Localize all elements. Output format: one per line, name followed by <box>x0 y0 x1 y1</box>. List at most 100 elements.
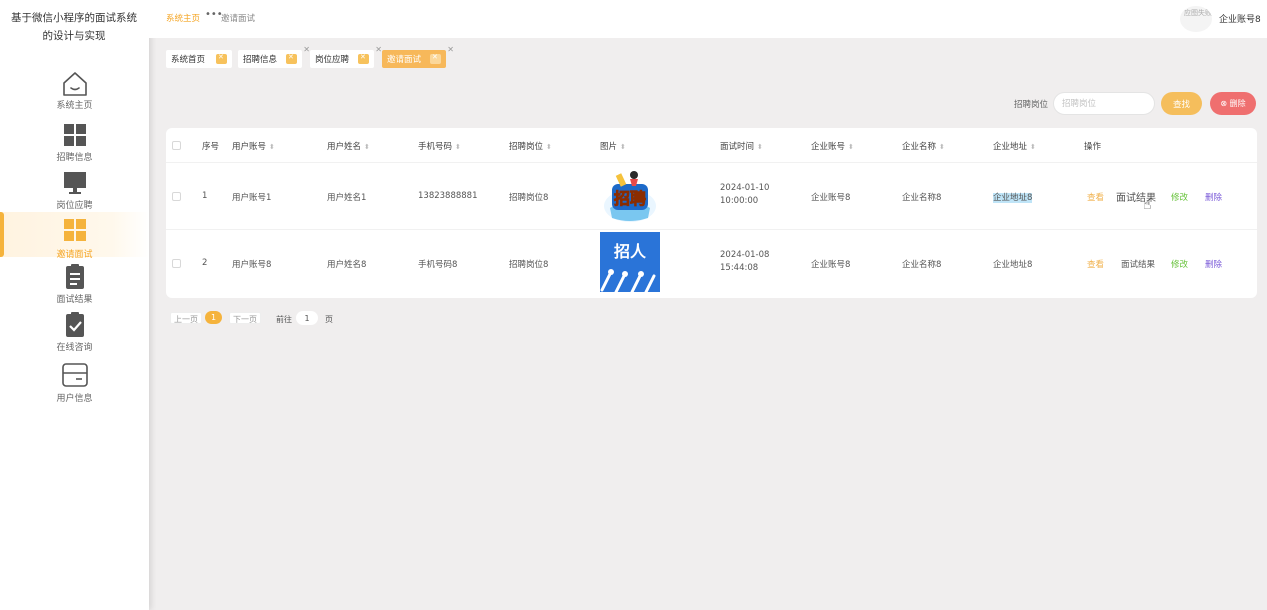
row-checkbox[interactable] <box>172 259 181 268</box>
top-header: 系统主页 ••• 邀请面试 应图失败 企业账号8 <box>149 0 1267 38</box>
close-icon[interactable]: ✕ <box>375 45 382 54</box>
delete-icon: ⊗ <box>1220 99 1230 108</box>
result-button[interactable]: 面试结果 <box>1121 258 1155 270</box>
table-row: 2 用户账号8 用户姓名8 手机号码8 招聘岗位8 招人 2024-01-08 … <box>166 230 1257 297</box>
cell-name: 用户姓名1 <box>327 193 367 203</box>
cell-company-address: 企业地址8 <box>993 260 1033 270</box>
cell-company-address: 企业地址8 <box>993 193 1033 203</box>
cell-time: 2024-01-08 15:44:08 <box>720 250 770 273</box>
cell-name: 用户姓名8 <box>327 260 367 270</box>
column-header[interactable]: 面试时间 ⬍ <box>720 140 763 152</box>
search-label: 招聘岗位 <box>1014 100 1049 110</box>
close-icon[interactable] <box>286 53 297 64</box>
breadcrumb-home[interactable]: 系统主页 <box>166 12 200 24</box>
recruit-image[interactable]: 招聘 <box>600 166 660 226</box>
cell-account: 用户账号1 <box>232 193 272 203</box>
page-suffix: 页 <box>325 315 333 324</box>
close-icon[interactable] <box>430 53 441 64</box>
sidebar-item-user[interactable]: 用户信息 <box>0 362 149 408</box>
table-header: 序号 用户账号 ⬍ 用户姓名 ⬍ 手机号码 ⬍ 招聘岗位 ⬍ 图片 ⬍ 面试时间 ⬍ 企业账… <box>166 128 1257 163</box>
clipboard-check-icon <box>65 312 84 337</box>
cell-time: 2024-01-10 10:00:00 <box>720 183 770 206</box>
close-icon[interactable]: ✕ <box>447 45 454 54</box>
delete-button-label: 删除 <box>1229 99 1246 108</box>
card-icon <box>61 363 88 387</box>
sidebar-item-result[interactable]: 面试结果 <box>0 263 149 309</box>
view-button[interactable]: 查看 <box>1087 258 1104 270</box>
cell-company-account: 企业账号8 <box>811 260 851 270</box>
grid-icon <box>63 219 86 241</box>
data-table: 序号 用户账号 ⬍ 用户姓名 ⬍ 手机号码 ⬍ 招聘岗位 ⬍ 图片 ⬍ 面试时间 ⬍ 企业账… <box>166 128 1257 298</box>
cell-position: 招聘岗位8 <box>509 260 549 270</box>
tab-label: 招聘信息 <box>243 55 278 65</box>
column-header: 序号 <box>202 142 220 152</box>
page-number-current[interactable]: 1 <box>205 311 222 324</box>
sidebar: 基于微信小程序的面试系统的设计与实现 系统主页 招聘信息 岗位应聘 邀请面试 面… <box>0 0 149 610</box>
sidebar-item-label: 邀请面试 <box>56 250 93 260</box>
delete-row-button[interactable]: 删除 <box>1205 191 1222 203</box>
avatar[interactable]: 应图失败 <box>1180 6 1212 32</box>
view-button[interactable]: 查看 <box>1087 191 1104 203</box>
column-header[interactable]: 企业账号 ⬍ <box>811 140 854 152</box>
column-header: 操作 <box>1084 142 1102 152</box>
search-button[interactable]: 查找 <box>1161 92 1202 115</box>
column-header[interactable]: 图片 ⬍ <box>600 140 626 152</box>
cell-position: 招聘岗位8 <box>509 193 549 203</box>
cell-company-account: 企业账号8 <box>811 193 851 203</box>
cell-company-name: 企业名称8 <box>902 193 942 203</box>
cell-index: 1 <box>202 191 208 201</box>
app-title: 基于微信小程序的面试系统的设计与实现 <box>11 12 137 42</box>
edit-button[interactable]: 修改 <box>1171 258 1188 270</box>
monitor-icon <box>63 172 86 194</box>
edit-button[interactable]: 修改 <box>1171 191 1188 203</box>
row-checkbox[interactable] <box>172 192 181 201</box>
sidebar-item-label: 岗位应聘 <box>56 201 93 211</box>
delete-button[interactable]: ⊗ 删除 <box>1210 92 1256 115</box>
tab-label: 邀请面试 <box>387 55 422 65</box>
recruit-image[interactable]: 招人 <box>600 232 660 292</box>
column-header[interactable]: 招聘岗位 ⬍ <box>509 140 552 152</box>
sidebar-item-invite[interactable]: 邀请面试 <box>0 212 149 260</box>
close-icon[interactable]: ✕ <box>303 45 310 54</box>
sidebar-item-label: 招聘信息 <box>56 153 93 163</box>
clipboard-list-icon <box>65 264 84 289</box>
column-header[interactable]: 企业名称 ⬍ <box>902 140 945 152</box>
sidebar-item-home[interactable]: 系统主页 <box>0 69 149 115</box>
next-page-button[interactable]: 下一页 <box>229 312 261 324</box>
column-header[interactable]: 企业地址 ⬍ <box>993 140 1036 152</box>
close-icon[interactable] <box>216 53 227 64</box>
tab-invite[interactable]: 邀请面试 ✕ <box>382 45 454 68</box>
grid-icon <box>63 124 86 146</box>
cell-index: 2 <box>202 258 208 268</box>
column-header[interactable]: 手机号码 ⬍ <box>418 140 461 152</box>
search-input[interactable] <box>1053 92 1155 115</box>
column-header[interactable]: 用户账号 ⬍ <box>232 140 275 152</box>
cell-company-name: 企业名称8 <box>902 260 942 270</box>
sidebar-item-label: 用户信息 <box>56 394 93 404</box>
hand-cursor-icon: ☝ <box>1143 197 1152 213</box>
column-header[interactable]: 用户姓名 ⬍ <box>327 140 370 152</box>
sidebar-item-label: 面试结果 <box>56 295 93 305</box>
goto-label: 前往 <box>276 315 292 324</box>
delete-row-button[interactable]: 删除 <box>1205 258 1222 270</box>
tab-label: 岗位应聘 <box>315 55 350 65</box>
tab-recruit[interactable]: 招聘信息 ✕ <box>238 45 310 68</box>
sidebar-item-apply[interactable]: 岗位应聘 <box>0 169 149 215</box>
cell-phone: 手机号码8 <box>418 260 458 270</box>
sidebar-item-label: 系统主页 <box>56 101 93 111</box>
prev-page-button[interactable]: 上一页 <box>170 312 202 324</box>
home-icon <box>62 72 87 96</box>
tab-apply[interactable]: 岗位应聘 ✕ <box>310 45 382 68</box>
select-all-checkbox[interactable] <box>172 141 181 150</box>
goto-page-input[interactable] <box>296 311 318 325</box>
svg-text:招聘: 招聘 <box>614 189 646 208</box>
close-icon[interactable] <box>358 53 369 64</box>
breadcrumb-current: 邀请面试 <box>221 14 256 24</box>
sidebar-item-consult[interactable]: 在线咨询 <box>0 311 149 357</box>
cell-account: 用户账号8 <box>232 260 272 270</box>
user-name[interactable]: 企业账号8 <box>1219 12 1261 25</box>
svg-text:招人: 招人 <box>614 242 647 261</box>
tab-home[interactable]: 系统首页 <box>166 50 232 68</box>
sidebar-item-recruit[interactable]: 招聘信息 <box>0 121 149 167</box>
tab-label: 系统首页 <box>171 55 206 65</box>
